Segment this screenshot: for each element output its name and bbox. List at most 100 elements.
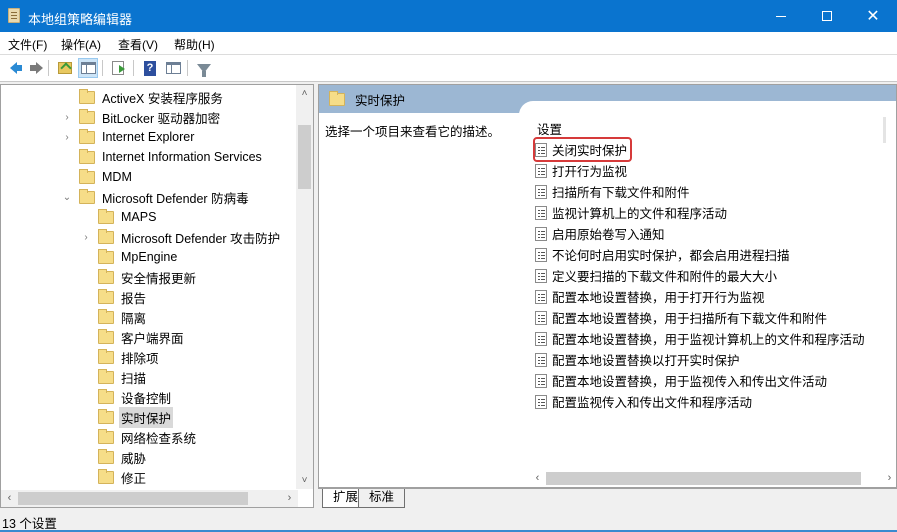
folder-icon — [98, 428, 114, 444]
properties-pane-button[interactable] — [163, 58, 183, 78]
folder-icon — [79, 108, 95, 124]
policy-setting[interactable]: 不论何时启用实时保护，都会启用进程扫描 — [535, 244, 790, 265]
tree-item[interactable]: 威胁 — [80, 447, 148, 467]
tree-item[interactable]: 网络检查系统 — [80, 427, 198, 447]
tree-item[interactable]: ActiveX 安装程序服务 — [61, 87, 225, 107]
tree-item-label: BitLocker 驱动器加密 — [102, 111, 221, 126]
tree-item[interactable]: 排除项 — [80, 347, 161, 367]
tree-item[interactable]: Internet Information Services — [61, 147, 264, 167]
policy-setting[interactable]: 定义要扫描的下载文件和附件的最大大小 — [535, 265, 777, 286]
tree-item-label: 实时保护 — [119, 406, 174, 428]
tree-item-label: MAPS — [121, 210, 157, 224]
policy-setting[interactable]: 配置本地设置替换，用于打开行为监视 — [535, 286, 765, 307]
scroll-left-icon[interactable]: ‹ — [529, 470, 546, 487]
policy-setting-icon — [535, 310, 547, 325]
tree-item-label: Microsoft Defender 防病毒 — [102, 191, 249, 206]
scroll-right-icon[interactable]: › — [881, 470, 896, 487]
tree-item-label: Microsoft Defender 攻击防护 — [121, 231, 281, 246]
expand-chevron-icon[interactable]: › — [61, 112, 73, 123]
tree-horizontal-scrollbar[interactable]: ‹ › — [1, 490, 298, 507]
settings-horizontal-scrollbar[interactable]: ‹ › — [529, 470, 896, 487]
tree-item[interactable]: › BitLocker 驱动器加密 — [61, 107, 222, 127]
expand-chevron-icon[interactable]: › — [80, 232, 92, 243]
policy-setting[interactable]: 配置监视传入和传出文件和程序活动 — [535, 391, 752, 412]
folder-icon — [98, 408, 114, 424]
tree-item-label: 威胁 — [121, 451, 147, 466]
export-list-button[interactable] — [108, 58, 128, 78]
forward-button[interactable] — [25, 58, 45, 78]
toolbar-separator — [187, 60, 188, 76]
tree-item[interactable]: 安全情报更新 — [80, 267, 198, 287]
scroll-right-icon[interactable]: › — [281, 490, 298, 507]
folder-icon — [329, 90, 345, 106]
tree-item[interactable]: 修正 — [80, 467, 148, 487]
tree-item[interactable]: MDM — [61, 167, 134, 187]
menu-action[interactable]: 操作(A) — [61, 36, 101, 53]
tree-item[interactable]: 实时保护 — [80, 406, 174, 428]
help-button[interactable]: ? — [140, 58, 160, 78]
scroll-thumb[interactable] — [546, 472, 861, 485]
tree-item[interactable]: MAPS — [80, 207, 158, 227]
close-button[interactable]: ✕ — [850, 0, 896, 32]
tree-item[interactable]: › Internet Explorer — [61, 127, 196, 147]
policy-setting[interactable]: 配置本地设置替换以打开实时保护 — [535, 349, 740, 370]
policy-setting-label: 打开行为监视 — [552, 165, 628, 179]
policy-setting[interactable]: 扫描所有下载文件和附件 — [535, 181, 690, 202]
tree-item-label: MpEngine — [121, 250, 178, 264]
scroll-down-icon[interactable]: ˅ — [296, 472, 313, 489]
settings-column-header[interactable]: 设置 — [537, 119, 562, 138]
folder-icon — [98, 388, 114, 404]
policy-setting-icon — [535, 352, 547, 367]
title-bar: 本地组策略编辑器 ✕ — [0, 0, 897, 32]
tab-standard[interactable]: 标准 — [358, 489, 406, 508]
policy-setting[interactable]: 配置本地设置替换，用于监视计算机上的文件和程序活动 — [535, 328, 865, 349]
menu-file[interactable]: 文件(F) — [8, 36, 47, 53]
tree-item-label: 安全情报更新 — [121, 271, 197, 286]
policy-setting[interactable]: 配置本地设置替换，用于扫描所有下载文件和附件 — [535, 307, 827, 328]
show-hide-tree-button[interactable] — [78, 58, 98, 78]
tree-item-label: 扫描 — [121, 371, 147, 386]
tree-item-label: 网络检查系统 — [121, 431, 197, 446]
scroll-thumb[interactable] — [883, 117, 886, 143]
tree-item[interactable]: 设备控制 — [80, 387, 173, 407]
up-one-level-button[interactable] — [55, 58, 75, 78]
tree-item-label: 隔离 — [121, 311, 147, 326]
scroll-thumb[interactable] — [298, 125, 311, 189]
policy-setting[interactable]: 配置本地设置替换，用于监视传入和传出文件活动 — [535, 370, 827, 391]
policy-setting[interactable]: 打开行为监视 — [535, 160, 627, 181]
policy-setting-icon — [535, 184, 547, 199]
maximize-icon — [822, 11, 832, 21]
tree-item[interactable]: › Microsoft Defender 攻击防护 — [80, 227, 282, 247]
folder-icon — [98, 368, 114, 384]
maximize-button[interactable] — [804, 0, 850, 32]
folder-icon — [98, 288, 114, 304]
description-area: 选择一个项目来查看它的描述。 — [319, 113, 519, 487]
expand-chevron-icon[interactable]: › — [61, 132, 73, 143]
tree-item[interactable]: 客户端界面 — [80, 327, 186, 347]
collapse-chevron-icon[interactable]: ⌄ — [61, 192, 73, 203]
policy-setting[interactable]: 监视计算机上的文件和程序活动 — [535, 202, 727, 223]
minimize-button[interactable] — [758, 0, 804, 32]
policy-setting[interactable]: 启用原始卷写入通知 — [535, 223, 665, 244]
tree-item[interactable]: ⌄ Microsoft Defender 防病毒 — [61, 187, 251, 207]
tree-item[interactable]: 扫描 — [80, 367, 148, 387]
policy-setting-icon — [535, 163, 547, 178]
menu-view[interactable]: 查看(V) — [118, 36, 158, 53]
tree-item[interactable]: 报告 — [80, 287, 148, 307]
settings-vertical-scrollbar[interactable] — [879, 113, 896, 473]
tree-vertical-scrollbar[interactable]: ˄ ˅ — [296, 85, 313, 489]
policy-setting-label: 配置监视传入和传出文件和程序活动 — [552, 396, 753, 410]
scroll-left-icon[interactable]: ‹ — [1, 490, 18, 507]
scroll-thumb[interactable] — [18, 492, 248, 505]
policy-setting-icon — [535, 394, 547, 409]
scroll-up-icon[interactable]: ˄ — [296, 85, 313, 102]
tree-item[interactable]: MpEngine — [80, 247, 179, 267]
filter-button[interactable] — [194, 58, 214, 78]
tree-item[interactable]: 隔离 — [80, 307, 148, 327]
tree-item-label: 修正 — [121, 471, 147, 486]
folder-icon — [98, 468, 114, 484]
description-text: 选择一个项目来查看它的描述。 — [325, 125, 501, 139]
policy-setting[interactable]: 关闭实时保护 — [532, 137, 633, 162]
menu-help[interactable]: 帮助(H) — [174, 36, 215, 53]
back-button[interactable] — [3, 58, 23, 78]
